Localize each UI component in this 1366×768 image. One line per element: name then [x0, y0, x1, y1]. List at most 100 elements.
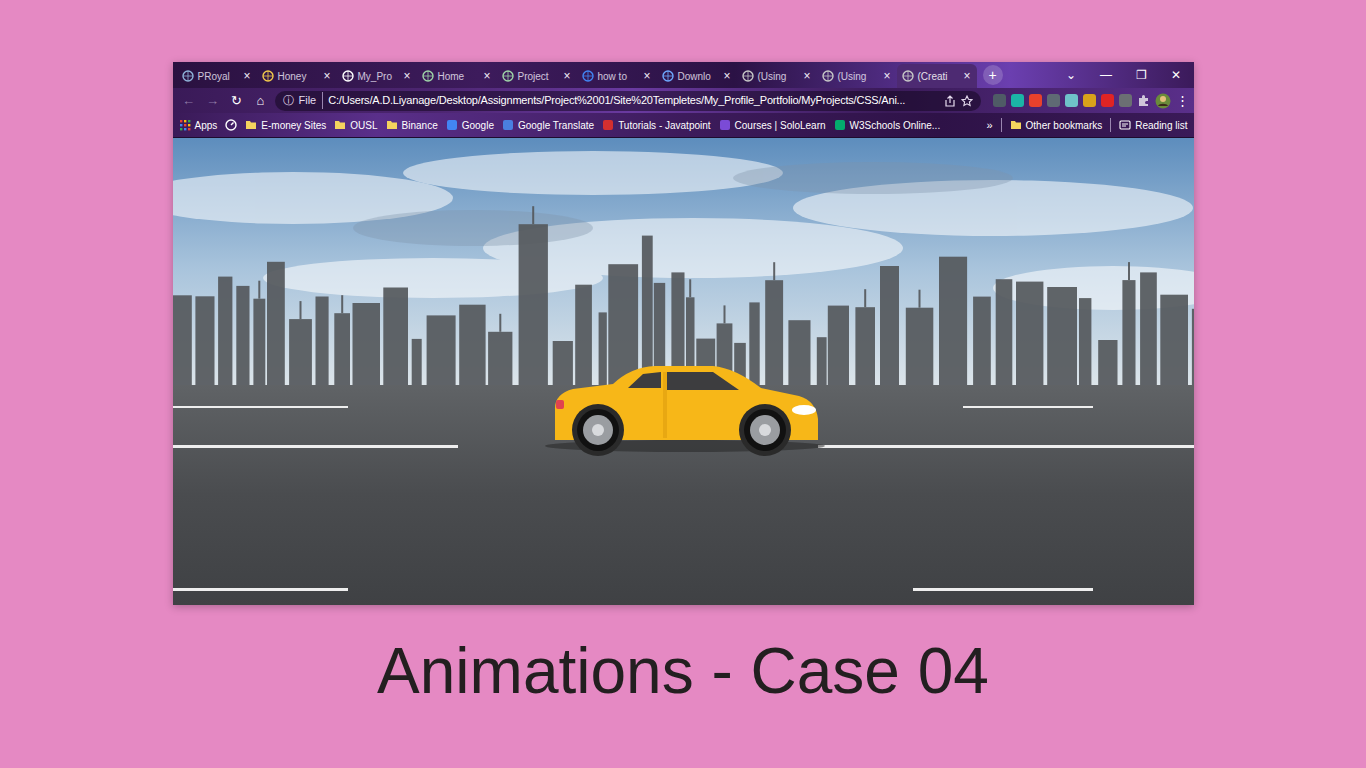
bookmark-label: E-money Sites: [261, 118, 326, 133]
browser-tab[interactable]: Honey×: [257, 64, 337, 88]
puzzle-icon[interactable]: [1137, 94, 1150, 107]
share-icon[interactable]: [944, 95, 956, 107]
more-bookmarks-button[interactable]: »: [986, 117, 992, 134]
browser-tab[interactable]: (Using×: [817, 64, 897, 88]
browser-tab[interactable]: (Creati×: [897, 64, 977, 88]
site-favicon-icon: [502, 119, 514, 131]
folder-icon: [1010, 119, 1022, 131]
bookmark-item[interactable]: W3Schools Online...: [834, 118, 941, 133]
bookmark-item[interactable]: OUSL: [334, 118, 377, 133]
browser-tab[interactable]: Project×: [497, 64, 577, 88]
browser-tab[interactable]: My_Pro×: [337, 64, 417, 88]
extension-icon[interactable]: [1011, 94, 1024, 107]
tab-label: Home: [438, 69, 479, 84]
nav-button[interactable]: →: [203, 91, 223, 111]
tab-close-button[interactable]: ×: [482, 70, 491, 82]
window-control-button[interactable]: ✕: [1159, 62, 1194, 88]
bookmark-item[interactable]: Courses | SoloLearn: [719, 118, 826, 133]
tab-favicon-icon: [822, 70, 834, 82]
tab-favicon-icon: [662, 70, 674, 82]
tab-favicon-icon: [422, 70, 434, 82]
extensions-area: ⋮: [993, 91, 1188, 111]
extension-icon[interactable]: [1047, 94, 1060, 107]
bookmark-item[interactable]: [225, 119, 237, 131]
tab-strip: PRoyal×Honey×My_Pro×Home×Project×how to×…: [173, 62, 1194, 88]
tab-close-button[interactable]: ×: [882, 70, 891, 82]
extension-icon[interactable]: [1101, 94, 1114, 107]
folder-icon: [334, 119, 346, 131]
yellow-car: [545, 366, 825, 456]
avatar-icon[interactable]: [1155, 93, 1171, 109]
bookmark-label: OUSL: [350, 118, 377, 133]
bookmark-item[interactable]: E-money Sites: [245, 118, 326, 133]
star-icon[interactable]: [961, 95, 973, 107]
tab-close-button[interactable]: ×: [722, 70, 731, 82]
browser-tab[interactable]: Downlo×: [657, 64, 737, 88]
bookmarks-separator: [1110, 118, 1111, 132]
reading-list[interactable]: Reading list: [1119, 118, 1187, 133]
site-favicon-icon: [446, 119, 458, 131]
tab-close-button[interactable]: ×: [402, 70, 411, 82]
tab-favicon-icon: [742, 70, 754, 82]
bookmark-label: Google Translate: [518, 118, 594, 133]
new-tab-button[interactable]: +: [983, 65, 1003, 85]
extension-icon[interactable]: [1065, 94, 1078, 107]
browser-tab[interactable]: PRoyal×: [177, 64, 257, 88]
car-scene: [173, 138, 1194, 605]
window-control-button[interactable]: ⌄: [1054, 62, 1089, 88]
extension-icon[interactable]: [1029, 94, 1042, 107]
browser-tab[interactable]: how to×: [577, 64, 657, 88]
other-bookmarks[interactable]: Other bookmarks: [1010, 118, 1103, 133]
slide-caption: Animations - Case 04: [377, 633, 989, 710]
window-control-button[interactable]: ❐: [1124, 62, 1159, 88]
window-control-button[interactable]: —: [1089, 62, 1124, 88]
reading-list-icon: [1119, 119, 1131, 131]
nav-button[interactable]: ⌂: [251, 91, 271, 111]
page-content: [173, 138, 1194, 605]
browser-window: PRoyal×Honey×My_Pro×Home×Project×how to×…: [173, 62, 1194, 605]
tab-close-button[interactable]: ×: [562, 70, 571, 82]
address-bar[interactable]: ⓘFileC:/Users/A.D.Liyanage/Desktop/Assig…: [275, 91, 981, 111]
tab-label: (Creati: [918, 69, 959, 84]
slide: PRoyal×Honey×My_Pro×Home×Project×how to×…: [0, 0, 1366, 710]
gauge-icon: [225, 119, 237, 131]
tab-label: Project: [518, 69, 559, 84]
site-favicon-icon: [834, 119, 846, 131]
bookmark-item[interactable]: Google: [446, 118, 494, 133]
tab-close-button[interactable]: ×: [802, 70, 811, 82]
site-favicon-icon: [602, 119, 614, 131]
tab-favicon-icon: [342, 70, 354, 82]
toolbar: ←→↻⌂ⓘFileC:/Users/A.D.Liyanage/Desktop/A…: [173, 88, 1194, 113]
tab-favicon-icon: [262, 70, 274, 82]
nav-button[interactable]: ←: [179, 91, 199, 111]
bookmark-label: Other bookmarks: [1026, 118, 1103, 133]
apps-grid-icon: [179, 119, 191, 131]
nav-button[interactable]: ↻: [227, 91, 247, 111]
tab-label: (Using: [838, 69, 879, 84]
bookmark-label: Binance: [402, 118, 438, 133]
tab-close-button[interactable]: ×: [962, 70, 971, 82]
tab-close-button[interactable]: ×: [242, 70, 251, 82]
browser-tab[interactable]: Home×: [417, 64, 497, 88]
bookmark-label: Reading list: [1135, 118, 1187, 133]
tab-favicon-icon: [582, 70, 594, 82]
site-favicon-icon: [719, 119, 731, 131]
address-text[interactable]: C:/Users/A.D.Liyanage/Desktop/Assignment…: [328, 92, 938, 109]
city-skyline: [173, 206, 1194, 390]
site-info-button[interactable]: ⓘ: [283, 92, 294, 109]
browser-tab[interactable]: (Using×: [737, 64, 817, 88]
tab-close-button[interactable]: ×: [642, 70, 651, 82]
tab-favicon-icon: [902, 70, 914, 82]
extension-icon[interactable]: [993, 94, 1006, 107]
bookmark-item[interactable]: Tutorials - Javatpoint: [602, 118, 710, 133]
bookmark-item[interactable]: Apps: [179, 118, 218, 133]
extension-icon[interactable]: [1119, 94, 1132, 107]
tab-close-button[interactable]: ×: [322, 70, 331, 82]
extension-icon[interactable]: [1083, 94, 1096, 107]
browser-menu-button[interactable]: ⋮: [1176, 91, 1188, 111]
bookmark-item[interactable]: Google Translate: [502, 118, 594, 133]
tab-label: Honey: [278, 69, 319, 84]
bookmark-item[interactable]: Binance: [386, 118, 438, 133]
bookmark-label: Tutorials - Javatpoint: [618, 118, 710, 133]
bookmark-label: Google: [462, 118, 494, 133]
